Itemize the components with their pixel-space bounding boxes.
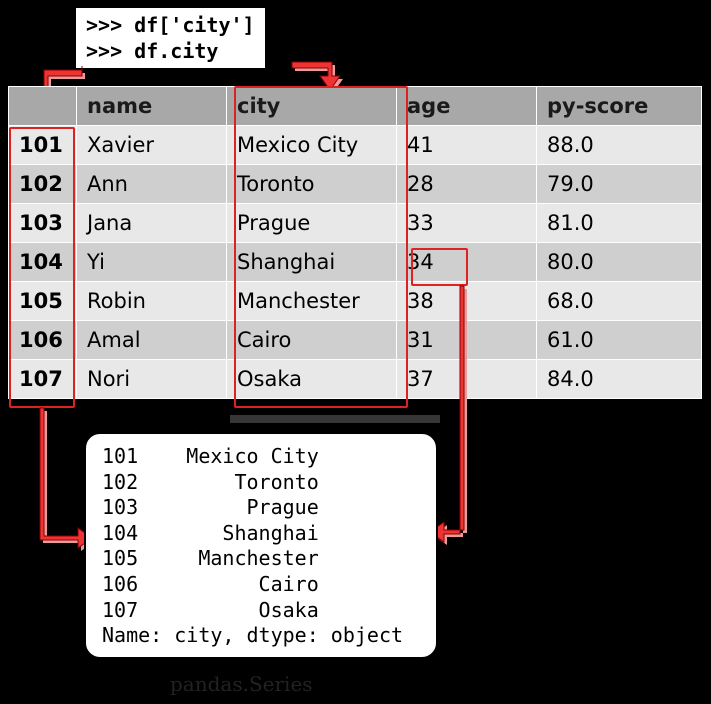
cell-name: Jana	[77, 204, 227, 243]
cell-idx: 103	[9, 204, 77, 243]
cell-pyscore: 79.0	[537, 165, 702, 204]
dataframe-table: name city age py-score 101XavierMexico C…	[8, 86, 702, 399]
cell-name: Yi	[77, 243, 227, 282]
cell-name: Robin	[77, 282, 227, 321]
table-row: 101XavierMexico City4188.0	[9, 126, 702, 165]
cell-pyscore: 80.0	[537, 243, 702, 282]
cell-pyscore: 68.0	[537, 282, 702, 321]
table-row: 104YiShanghai3480.0	[9, 243, 702, 282]
cell-name: Amal	[77, 321, 227, 360]
cell-pyscore: 84.0	[537, 360, 702, 399]
cell-pyscore: 88.0	[537, 126, 702, 165]
cell-pyscore: 61.0	[537, 321, 702, 360]
cell-age: 31	[397, 321, 537, 360]
cell-city: Shanghai	[227, 243, 397, 282]
series-caption: pandas.Series	[170, 672, 313, 696]
table-row: 105RobinManchester3868.0	[9, 282, 702, 321]
cell-name: Nori	[77, 360, 227, 399]
header-row: name city age py-score	[9, 87, 702, 126]
table-row: 107NoriOsaka3784.0	[9, 360, 702, 399]
cell-name: Xavier	[77, 126, 227, 165]
code-line-1: >>> df['city']	[86, 12, 255, 38]
code-snippet-box: >>> df['city'] >>> df.city	[74, 6, 267, 70]
series-output-box: 101 Mexico City 102 Toronto 103 Prague 1…	[84, 432, 438, 659]
cell-idx: 106	[9, 321, 77, 360]
cell-city: Manchester	[227, 282, 397, 321]
cell-age: 33	[397, 204, 537, 243]
cell-idx: 105	[9, 282, 77, 321]
code-line-2: >>> df.city	[86, 38, 255, 64]
cell-idx: 102	[9, 165, 77, 204]
cell-pyscore: 81.0	[537, 204, 702, 243]
cell-age: 34	[397, 243, 537, 282]
table-shadow-bar	[230, 415, 440, 423]
header-age: age	[397, 87, 537, 126]
cell-city: Toronto	[227, 165, 397, 204]
cell-age: 37	[397, 360, 537, 399]
cell-idx: 101	[9, 126, 77, 165]
cell-name: Ann	[77, 165, 227, 204]
cell-age: 41	[397, 126, 537, 165]
table-row: 102AnnToronto2879.0	[9, 165, 702, 204]
cell-idx: 104	[9, 243, 77, 282]
header-index	[9, 87, 77, 126]
cell-city: Mexico City	[227, 126, 397, 165]
dataframe: name city age py-score 101XavierMexico C…	[8, 86, 702, 399]
table-row: 106AmalCairo3161.0	[9, 321, 702, 360]
header-name: name	[77, 87, 227, 126]
cell-city: Osaka	[227, 360, 397, 399]
header-pyscore: py-score	[537, 87, 702, 126]
cell-idx: 107	[9, 360, 77, 399]
cell-city: Prague	[227, 204, 397, 243]
header-city: city	[227, 87, 397, 126]
table-row: 103JanaPrague3381.0	[9, 204, 702, 243]
cell-age: 38	[397, 282, 537, 321]
cell-city: Cairo	[227, 321, 397, 360]
cell-age: 28	[397, 165, 537, 204]
